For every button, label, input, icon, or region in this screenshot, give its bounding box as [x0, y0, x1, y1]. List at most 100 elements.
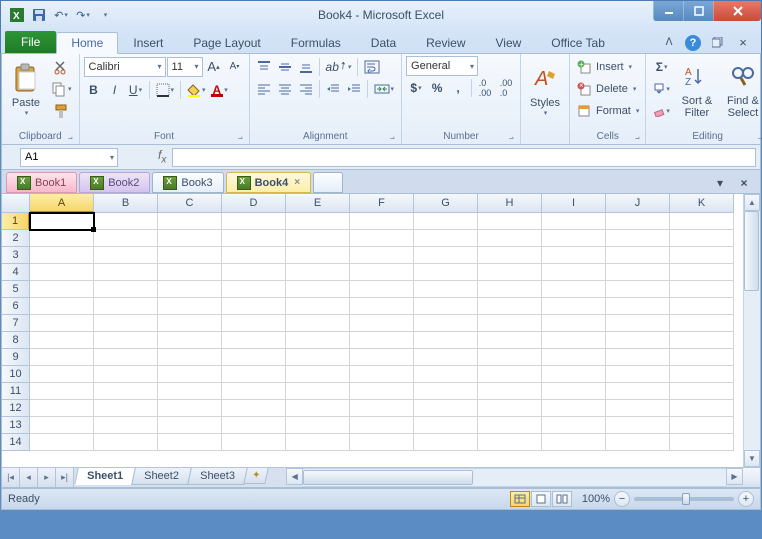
tab-page-layout[interactable]: Page Layout: [178, 31, 275, 53]
row-header[interactable]: 9: [2, 349, 30, 366]
align-left-button[interactable]: [254, 78, 274, 99]
merge-center-button[interactable]: ▾: [371, 78, 398, 99]
workbook-close-icon[interactable]: ×: [733, 32, 753, 53]
grow-font-button[interactable]: A▴: [204, 56, 224, 77]
row-header[interactable]: 7: [2, 315, 30, 332]
close-tab-icon[interactable]: ×: [294, 177, 300, 188]
cell[interactable]: [222, 230, 286, 247]
cell[interactable]: [158, 383, 222, 400]
cell[interactable]: [478, 298, 542, 315]
sort-filter-button[interactable]: AZ Sort & Filter: [675, 56, 719, 124]
cell[interactable]: [670, 230, 734, 247]
cell[interactable]: [670, 298, 734, 315]
cell[interactable]: [350, 383, 414, 400]
cell[interactable]: [222, 383, 286, 400]
cell[interactable]: [542, 281, 606, 298]
cell[interactable]: [286, 434, 350, 451]
cell[interactable]: [222, 417, 286, 434]
align-middle-button[interactable]: [275, 56, 295, 77]
fill-button[interactable]: ▾: [650, 78, 673, 99]
cell[interactable]: [222, 213, 286, 230]
cell[interactable]: [414, 383, 478, 400]
cell[interactable]: [94, 383, 158, 400]
row-header[interactable]: 4: [2, 264, 30, 281]
column-header[interactable]: H: [478, 194, 542, 213]
cell[interactable]: [158, 400, 222, 417]
zoom-out-button[interactable]: −: [614, 491, 630, 507]
cell[interactable]: [286, 213, 350, 230]
cell[interactable]: [30, 247, 94, 264]
column-header[interactable]: K: [670, 194, 734, 213]
cell[interactable]: [542, 298, 606, 315]
column-header[interactable]: J: [606, 194, 670, 213]
cell[interactable]: [286, 383, 350, 400]
tab-view[interactable]: View: [481, 31, 537, 53]
new-workbook-tab[interactable]: [313, 172, 343, 193]
orientation-button[interactable]: ab↗▾: [323, 56, 354, 77]
vertical-scrollbar[interactable]: ▲ ▼: [743, 194, 760, 467]
cell[interactable]: [606, 298, 670, 315]
cell[interactable]: [158, 315, 222, 332]
wrap-text-button[interactable]: [361, 56, 383, 77]
cell[interactable]: [30, 434, 94, 451]
cell[interactable]: [478, 315, 542, 332]
cell[interactable]: [414, 230, 478, 247]
scroll-left-button[interactable]: ◀: [286, 468, 303, 485]
cell[interactable]: [158, 434, 222, 451]
cell[interactable]: [670, 383, 734, 400]
minimize-ribbon-icon[interactable]: ᐱ: [659, 32, 679, 53]
cell[interactable]: [606, 366, 670, 383]
cell[interactable]: [30, 298, 94, 315]
cell[interactable]: [350, 213, 414, 230]
normal-view-button[interactable]: [510, 491, 530, 507]
cell[interactable]: [30, 264, 94, 281]
cell[interactable]: [94, 417, 158, 434]
find-select-button[interactable]: Find & Select: [721, 56, 762, 124]
cell[interactable]: [158, 298, 222, 315]
cell[interactable]: [478, 434, 542, 451]
format-cells-button[interactable]: Format ▾: [574, 100, 641, 121]
number-label[interactable]: Number: [406, 130, 516, 144]
cell[interactable]: [606, 281, 670, 298]
workbook-tab-book2[interactable]: Book2: [79, 172, 150, 193]
clipboard-label[interactable]: Clipboard: [6, 130, 75, 144]
cell[interactable]: [414, 434, 478, 451]
align-right-button[interactable]: [296, 78, 316, 99]
scroll-up-button[interactable]: ▲: [744, 194, 760, 211]
cell[interactable]: [94, 400, 158, 417]
zoom-level[interactable]: 100%: [582, 493, 610, 505]
cell[interactable]: [478, 332, 542, 349]
bold-button[interactable]: B: [84, 79, 104, 100]
column-header[interactable]: A: [30, 194, 94, 213]
font-color-button[interactable]: A▾: [210, 79, 231, 100]
tab-data[interactable]: Data: [356, 31, 411, 53]
cell[interactable]: [414, 247, 478, 264]
row-header[interactable]: 2: [2, 230, 30, 247]
cell[interactable]: [286, 298, 350, 315]
cell[interactable]: [286, 247, 350, 264]
cell[interactable]: [542, 434, 606, 451]
cell[interactable]: [286, 417, 350, 434]
column-header[interactable]: G: [414, 194, 478, 213]
cell[interactable]: [414, 417, 478, 434]
tabs-close-icon[interactable]: ×: [734, 172, 754, 193]
decrease-decimal-button[interactable]: .00.0: [496, 77, 516, 98]
cell[interactable]: [414, 298, 478, 315]
cell[interactable]: [222, 366, 286, 383]
cell[interactable]: [30, 213, 94, 230]
cell[interactable]: [286, 332, 350, 349]
underline-button[interactable]: U▾: [126, 79, 146, 100]
cell[interactable]: [30, 332, 94, 349]
cell[interactable]: [670, 264, 734, 281]
sheet-nav-prev[interactable]: ◂: [20, 468, 38, 487]
increase-decimal-button[interactable]: .0.00: [475, 77, 495, 98]
cell[interactable]: [30, 417, 94, 434]
increase-indent-button[interactable]: [344, 78, 364, 99]
cell[interactable]: [158, 332, 222, 349]
tab-insert[interactable]: Insert: [118, 31, 178, 53]
cell[interactable]: [542, 247, 606, 264]
cell[interactable]: [94, 281, 158, 298]
sheet-tab[interactable]: Sheet3: [187, 468, 247, 485]
help-icon[interactable]: ?: [685, 35, 701, 51]
cell[interactable]: [542, 400, 606, 417]
